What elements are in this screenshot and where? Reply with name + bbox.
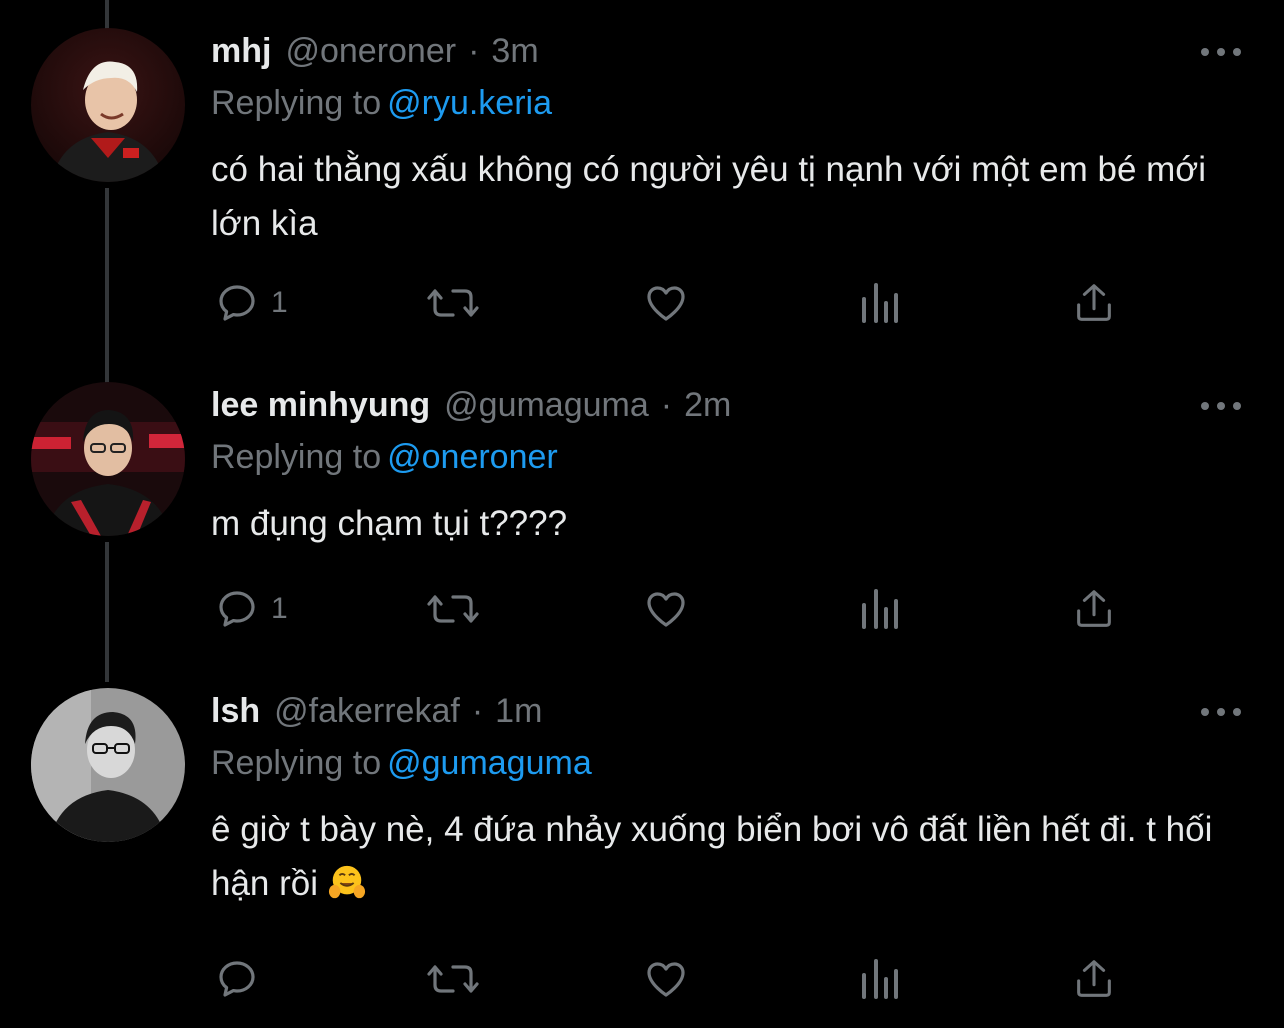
replying-to: Replying to @oneroner bbox=[211, 434, 558, 480]
reply-icon bbox=[219, 961, 255, 997]
more-options-icon[interactable] bbox=[1201, 706, 1241, 718]
tweet-header: lsh @fakerrekaf · 1m bbox=[211, 688, 542, 734]
tweet[interactable]: lsh @fakerrekaf · 1m Replying to @gumagum… bbox=[0, 688, 1284, 1028]
like-button[interactable] bbox=[641, 278, 691, 328]
share-icon bbox=[1077, 960, 1111, 997]
display-name[interactable]: lee minhyung bbox=[211, 382, 430, 428]
retweet-button[interactable] bbox=[425, 584, 481, 634]
reply-icon bbox=[219, 285, 255, 321]
analytics-icon bbox=[862, 959, 898, 999]
reply-icon bbox=[219, 591, 255, 627]
like-icon bbox=[647, 962, 685, 997]
share-button[interactable] bbox=[1071, 954, 1117, 1004]
retweet-icon bbox=[427, 595, 479, 623]
reply-button[interactable]: 1 bbox=[213, 278, 288, 328]
retweet-button[interactable] bbox=[425, 278, 481, 328]
like-button[interactable] bbox=[641, 584, 691, 634]
more-options-icon[interactable] bbox=[1201, 46, 1241, 58]
replying-to-mention[interactable]: @oneroner bbox=[387, 438, 558, 476]
share-button[interactable] bbox=[1071, 278, 1117, 328]
replying-to-mention[interactable]: @ryu.keria bbox=[387, 84, 552, 122]
analytics-button[interactable] bbox=[858, 584, 902, 634]
avatar[interactable] bbox=[31, 28, 185, 182]
replying-to-label: Replying to bbox=[211, 438, 382, 476]
tweet-text: ê giờ t bày nè, 4 đứa nhảy xuống biển bơ… bbox=[211, 803, 1221, 911]
replying-to-label: Replying to bbox=[211, 744, 382, 782]
tweet-header: mhj @oneroner · 3m bbox=[211, 28, 539, 74]
reply-button[interactable]: 1 bbox=[213, 584, 288, 634]
share-icon bbox=[1077, 590, 1111, 627]
avatar[interactable] bbox=[31, 382, 185, 536]
like-icon bbox=[647, 592, 685, 627]
username[interactable]: @gumaguma bbox=[444, 382, 649, 428]
tweet-actions: 1 bbox=[213, 278, 1133, 328]
tweet-actions: 1 bbox=[213, 584, 1133, 634]
retweet-button[interactable] bbox=[425, 954, 481, 1004]
share-icon bbox=[1077, 284, 1111, 321]
replying-to-mention[interactable]: @gumaguma bbox=[387, 744, 592, 782]
tweet-text: m đụng chạm tụi t???? bbox=[211, 504, 568, 543]
more-options-icon[interactable] bbox=[1201, 400, 1241, 412]
analytics-icon bbox=[862, 283, 898, 323]
share-button[interactable] bbox=[1071, 584, 1117, 634]
display-name[interactable]: lsh bbox=[211, 688, 260, 734]
username[interactable]: @oneroner bbox=[285, 28, 456, 74]
like-icon bbox=[647, 286, 685, 321]
timestamp[interactable]: 1m bbox=[495, 688, 542, 734]
analytics-icon bbox=[862, 589, 898, 629]
timestamp[interactable]: 2m bbox=[684, 382, 731, 428]
timestamp[interactable]: 3m bbox=[491, 28, 538, 74]
replying-to: Replying to @ryu.keria bbox=[211, 80, 552, 126]
tweet-actions bbox=[213, 954, 1133, 1004]
tweet-header: lee minhyung @gumaguma · 2m bbox=[211, 382, 731, 428]
separator: · bbox=[660, 386, 673, 424]
reply-button[interactable] bbox=[213, 954, 271, 1004]
separator: · bbox=[471, 692, 484, 730]
separator: · bbox=[468, 32, 480, 70]
replying-to: Replying to @gumaguma bbox=[211, 740, 592, 786]
retweet-icon bbox=[427, 965, 479, 993]
like-button[interactable] bbox=[641, 954, 691, 1004]
reply-count: 1 bbox=[271, 286, 288, 319]
thread-line-top bbox=[105, 0, 109, 30]
tweet[interactable]: lee minhyung @gumaguma · 2m Replying to @… bbox=[0, 382, 1284, 662]
reply-count: 1 bbox=[271, 592, 288, 625]
username[interactable]: @fakerrekaf bbox=[274, 688, 460, 734]
replying-to-label: Replying to bbox=[211, 84, 382, 122]
analytics-button[interactable] bbox=[858, 278, 902, 328]
hugging-face-emoji-icon bbox=[328, 865, 365, 899]
tweet-text: có hai thằng xấu không có người yêu tị n… bbox=[211, 150, 1207, 243]
tweet[interactable]: mhj @oneroner · 3m Replying to @ryu.keria… bbox=[0, 28, 1284, 338]
retweet-icon bbox=[427, 289, 479, 317]
analytics-button[interactable] bbox=[858, 954, 902, 1004]
avatar[interactable] bbox=[31, 688, 185, 842]
display-name[interactable]: mhj bbox=[211, 28, 271, 74]
